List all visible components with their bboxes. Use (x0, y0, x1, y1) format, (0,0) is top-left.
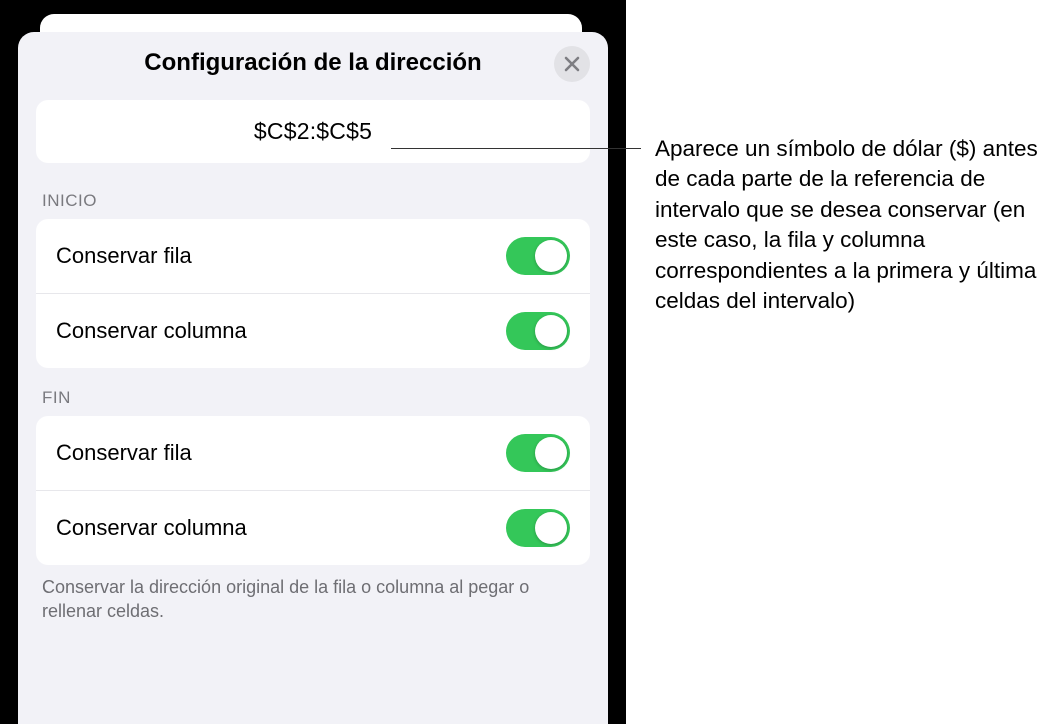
panel-header: Configuración de la dirección (18, 32, 608, 88)
close-icon (564, 56, 580, 72)
row-start-preserve-column: Conservar columna (36, 294, 590, 368)
toggle-knob (535, 512, 567, 544)
label-end-preserve-column: Conservar columna (56, 515, 247, 541)
toggle-start-preserve-row[interactable] (506, 237, 570, 275)
toggle-knob (535, 240, 567, 272)
toggle-knob (535, 315, 567, 347)
end-card: Conservar fila Conservar columna (36, 416, 590, 565)
callout-leader-line (391, 148, 641, 149)
start-card: Conservar fila Conservar columna (36, 219, 590, 368)
callout-text: Aparece un símbolo de dólar ($) antes de… (655, 134, 1047, 316)
section-header-start: INICIO (42, 191, 590, 211)
row-end-preserve-row: Conservar fila (36, 416, 590, 491)
panel-body: $C$2:$C$5 INICIO Conservar fila Conserva… (18, 100, 608, 624)
toggle-end-preserve-row[interactable] (506, 434, 570, 472)
reference-display[interactable]: $C$2:$C$5 (36, 100, 590, 163)
footnote: Conservar la dirección original de la fi… (42, 575, 584, 624)
row-end-preserve-column: Conservar columna (36, 491, 590, 565)
label-start-preserve-column: Conservar columna (56, 318, 247, 344)
label-end-preserve-row: Conservar fila (56, 440, 192, 466)
row-start-preserve-row: Conservar fila (36, 219, 590, 294)
close-button[interactable] (554, 46, 590, 82)
toggle-knob (535, 437, 567, 469)
panel-title: Configuración de la dirección (144, 49, 481, 77)
address-settings-panel: Configuración de la dirección $C$2:$C$5 … (18, 32, 608, 724)
reference-text: $C$2:$C$5 (254, 118, 372, 144)
label-start-preserve-row: Conservar fila (56, 243, 192, 269)
toggle-start-preserve-column[interactable] (506, 312, 570, 350)
toggle-end-preserve-column[interactable] (506, 509, 570, 547)
section-header-end: FIN (42, 388, 590, 408)
